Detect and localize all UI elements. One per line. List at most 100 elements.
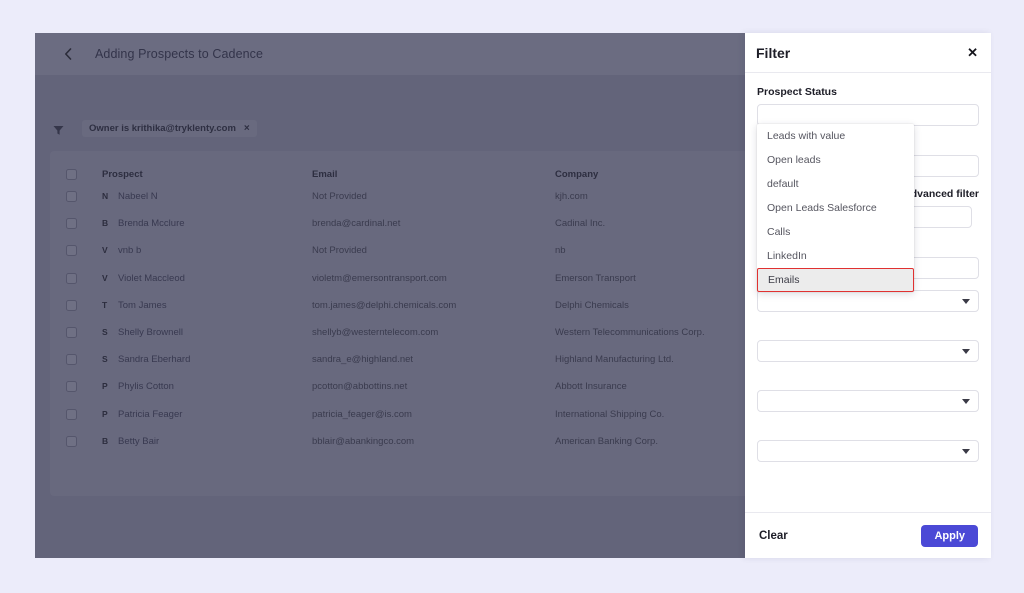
row-checkbox[interactable] bbox=[66, 354, 77, 366]
prospect-name: Violet Maccleod bbox=[118, 272, 185, 284]
cell-email: pcotton@abbottins.net bbox=[312, 381, 408, 393]
table-row[interactable]: N Nabeel N Not Provided kjh.com bbox=[50, 183, 760, 210]
dropdown-option[interactable]: Calls bbox=[757, 220, 914, 244]
filter-select[interactable] bbox=[757, 340, 979, 379]
prospect-name: Brenda Mcclure bbox=[118, 218, 185, 230]
table-row[interactable]: S Shelly Brownell shellyb@westerntelecom.c… bbox=[50, 319, 760, 346]
prospect-name: Patricia Feager bbox=[118, 408, 183, 420]
row-checkbox[interactable] bbox=[66, 408, 77, 420]
cell-email: shellyb@westerntelecom.com bbox=[312, 327, 439, 339]
row-checkbox-cell bbox=[50, 373, 102, 400]
dropdown-option[interactable]: Open leads bbox=[757, 148, 914, 172]
prospect-name: Nabeel N bbox=[118, 191, 158, 203]
cell-prospect: S Shelly Brownell bbox=[102, 319, 312, 346]
avatar: N bbox=[102, 191, 109, 202]
row-checkbox-cell bbox=[50, 265, 102, 292]
filter-chip-owner[interactable]: Owner is krithika@tryklenty.com × bbox=[82, 119, 257, 137]
filter-select[interactable] bbox=[757, 290, 979, 329]
close-icon[interactable]: ✕ bbox=[967, 46, 978, 59]
select-all-checkbox[interactable] bbox=[66, 168, 77, 180]
filter-select-box[interactable] bbox=[757, 440, 979, 462]
cell-prospect: B Brenda Mcclure bbox=[102, 210, 312, 237]
row-checkbox[interactable] bbox=[66, 272, 77, 284]
avatar: V bbox=[102, 272, 108, 283]
chevron-left-icon[interactable] bbox=[61, 47, 75, 61]
page-title: Adding Prospects to Cadence bbox=[95, 47, 264, 61]
cell-company: Abbott Insurance bbox=[555, 381, 627, 393]
avatar: S bbox=[102, 327, 108, 338]
filter-panel-footer: Clear Apply bbox=[745, 512, 991, 558]
prospect-status-input[interactable] bbox=[757, 104, 979, 126]
dropdown-option[interactable]: Emails bbox=[757, 268, 914, 292]
row-checkbox-cell bbox=[50, 401, 102, 428]
filter-select[interactable] bbox=[757, 390, 979, 429]
avatar: V bbox=[102, 245, 108, 256]
avatar: B bbox=[102, 218, 109, 229]
filter-select-box[interactable] bbox=[757, 390, 979, 412]
row-checkbox-cell bbox=[50, 428, 102, 455]
row-checkbox-cell bbox=[50, 292, 102, 319]
table-row[interactable]: S Sandra Eberhard sandra_e@highland.net Hig… bbox=[50, 346, 760, 373]
row-checkbox-cell bbox=[50, 210, 102, 237]
prospect-name: vnb b bbox=[118, 245, 142, 257]
clear-button[interactable]: Clear bbox=[759, 530, 788, 542]
row-checkbox[interactable] bbox=[66, 381, 77, 393]
filter-select-box[interactable] bbox=[757, 340, 979, 362]
cell-email: Not Provided bbox=[312, 191, 367, 203]
table-row[interactable]: B Brenda Mcclure brenda@cardinal.net Cadina… bbox=[50, 210, 760, 237]
cell-prospect: B Betty Bair bbox=[102, 428, 312, 455]
column-header-company[interactable]: Company bbox=[555, 151, 760, 183]
prospect-name: Shelly Brownell bbox=[118, 327, 183, 339]
cell-prospect: Vvnb b bbox=[102, 237, 312, 264]
advanced-filter-link[interactable]: Advanced filter bbox=[903, 188, 979, 200]
cell-prospect: V Violet Maccleod bbox=[102, 265, 312, 292]
cell-prospect: P Patricia Feager bbox=[102, 401, 312, 428]
filter-chip-label: Owner is krithika@tryklenty.com bbox=[89, 122, 236, 134]
cell-prospect: N Nabeel N bbox=[102, 183, 312, 210]
filter-select-box[interactable] bbox=[757, 290, 979, 312]
row-checkbox[interactable] bbox=[66, 218, 77, 230]
column-header-email[interactable]: Email bbox=[312, 151, 555, 183]
table-row[interactable]: T Tom James tom.james@delphi.chemicals.com… bbox=[50, 292, 760, 319]
cell-company: nb bbox=[555, 245, 566, 257]
prospect-list-dropdown[interactable]: Leads with value Open leads default Open Le… bbox=[757, 124, 914, 292]
table-header-row: Prospect Email Company bbox=[50, 151, 760, 183]
funnel-icon bbox=[53, 123, 64, 135]
cell-email: patricia_feager@is.com bbox=[312, 408, 412, 420]
field-prospect-status: Prospect Status bbox=[757, 86, 979, 126]
filter-panel-title: Filter bbox=[756, 44, 791, 61]
apply-button[interactable]: Apply bbox=[921, 524, 978, 547]
cell-company: Cadinal Inc. bbox=[555, 218, 606, 230]
dropdown-option[interactable]: default bbox=[757, 172, 914, 196]
screen-root: Adding Prospects to Cadence Owner is kri… bbox=[0, 0, 1024, 593]
cell-email: sandra_e@highland.net bbox=[312, 354, 414, 366]
chevron-down-icon bbox=[962, 298, 970, 304]
avatar: S bbox=[102, 354, 108, 365]
label-prospect-status: Prospect Status bbox=[757, 86, 837, 98]
filter-select[interactable] bbox=[757, 440, 979, 479]
prospect-name: Betty Bair bbox=[118, 435, 160, 447]
table-row[interactable]: B Betty Bair bblair@abankingco.com American… bbox=[50, 428, 760, 455]
avatar: T bbox=[102, 299, 108, 310]
table-row[interactable]: Vvnb b Not Provided nb bbox=[50, 237, 760, 264]
dropdown-option[interactable]: Open Leads Salesforce bbox=[757, 196, 914, 220]
cell-email: brenda@cardinal.net bbox=[312, 218, 401, 230]
filter-chip-remove-icon[interactable]: × bbox=[244, 123, 250, 134]
row-checkbox[interactable] bbox=[66, 191, 77, 203]
table-row[interactable]: P Phylis Cotton pcotton@abbottins.net Abbot… bbox=[50, 373, 760, 400]
table-row[interactable]: P Patricia Feager patricia_feager@is.com In… bbox=[50, 401, 760, 428]
cell-company: Western Telecommunications Corp. bbox=[555, 327, 705, 339]
row-checkbox[interactable] bbox=[66, 245, 77, 257]
filter-panel-body: Prospect Status Owner krithika@tryklenty… bbox=[745, 73, 991, 512]
row-checkbox[interactable] bbox=[66, 435, 77, 447]
select-all-checkbox-cell bbox=[50, 151, 102, 183]
avatar: P bbox=[102, 408, 108, 419]
dropdown-option[interactable]: Leads with value bbox=[757, 124, 914, 148]
row-checkbox[interactable] bbox=[66, 327, 77, 339]
prospect-name: Phylis Cotton bbox=[118, 381, 174, 393]
table-row[interactable]: V Violet Maccleod violetm@emersontransport… bbox=[50, 265, 760, 292]
row-checkbox[interactable] bbox=[66, 299, 77, 311]
column-header-prospect[interactable]: Prospect bbox=[102, 151, 312, 183]
dropdown-option[interactable]: LinkedIn bbox=[757, 244, 914, 268]
cell-company: International Shipping Co. bbox=[555, 408, 665, 420]
